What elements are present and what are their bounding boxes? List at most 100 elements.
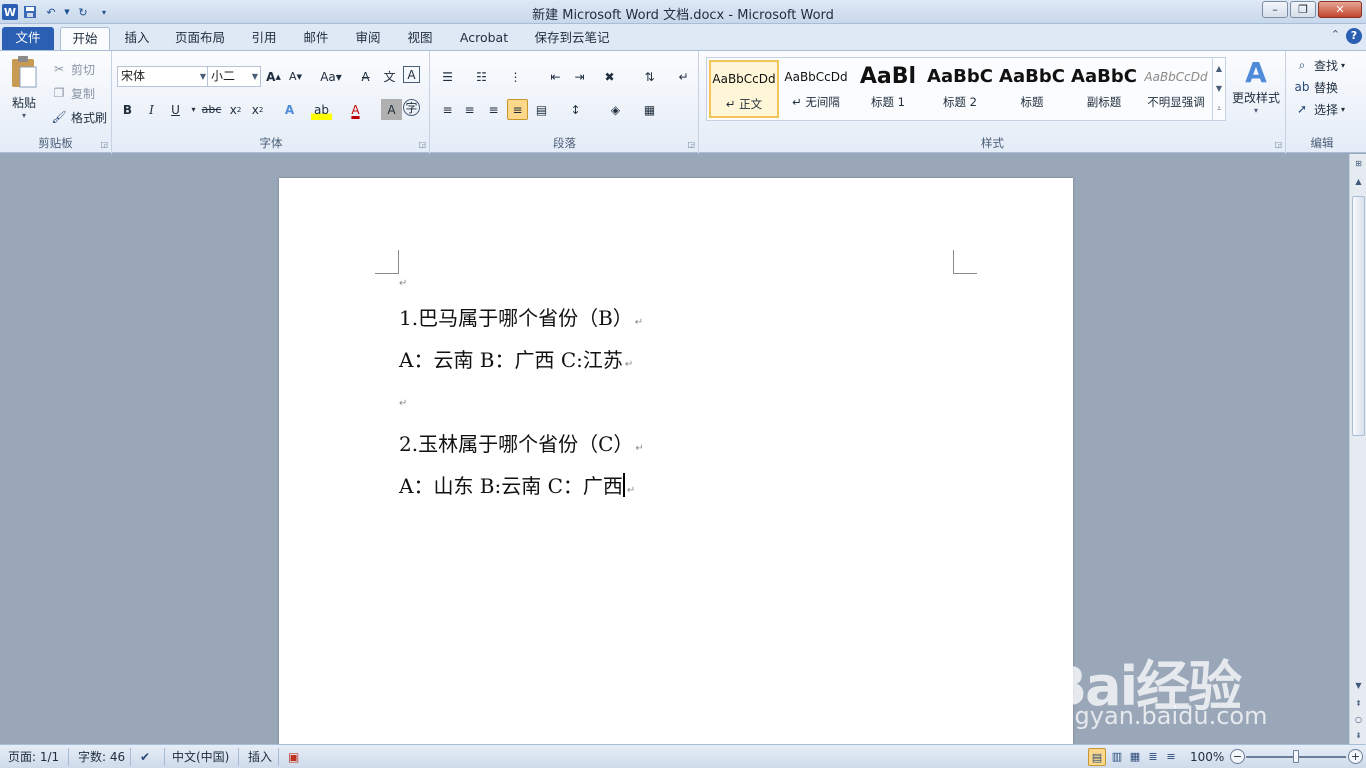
font-launcher-icon[interactable]: ◲ — [418, 140, 426, 149]
gallery-up-icon[interactable]: ▲ — [1216, 64, 1222, 73]
format-painter-button[interactable]: 🖌 格式刷 — [50, 107, 107, 127]
show-marks-icon[interactable]: ↵ — [673, 66, 694, 87]
tab-mailings[interactable]: 邮件 — [296, 27, 336, 50]
print-layout-icon[interactable]: ▤ — [1088, 748, 1106, 766]
tab-review[interactable]: 审阅 — [348, 27, 388, 50]
clipboard-launcher-icon[interactable]: ◲ — [100, 140, 108, 149]
zoom-in-icon[interactable]: + — [1348, 749, 1363, 764]
strikethrough-icon[interactable]: abc — [201, 99, 222, 120]
style-card-title[interactable]: AaBbC 标题 — [997, 60, 1067, 118]
draft-icon[interactable]: ≡ — [1162, 748, 1180, 766]
tab-acrobat[interactable]: Acrobat — [452, 27, 516, 50]
styles-launcher-icon[interactable]: ◲ — [1274, 140, 1282, 149]
highlight-icon[interactable]: ab — [311, 99, 332, 120]
select-button[interactable]: ➚ 选择 ▾ — [1293, 99, 1345, 119]
scroll-up-icon[interactable]: ▲ — [1351, 174, 1366, 189]
style-card-subtitle[interactable]: AaBbC 副标题 — [1069, 60, 1139, 118]
align-left-icon[interactable]: ≡ — [437, 99, 458, 120]
next-page-icon[interactable]: ⇟ — [1351, 728, 1366, 743]
tab-file[interactable]: 文件 — [2, 27, 54, 50]
zoom-level[interactable]: 100% — [1190, 749, 1224, 765]
phonetic-guide-icon[interactable]: 文 — [379, 66, 400, 87]
char-border-icon[interactable]: A — [403, 66, 420, 83]
sort-icon[interactable]: ⇅ — [639, 66, 660, 87]
char-shading-icon[interactable]: A — [381, 99, 402, 120]
previous-page-icon[interactable]: ⇞ — [1351, 696, 1366, 711]
italic-icon[interactable]: I — [141, 99, 162, 120]
style-card-heading-2[interactable]: AaBbC 标题 2 — [925, 60, 995, 118]
borders-icon[interactable]: ▦ — [639, 99, 660, 120]
style-card-no-spacing[interactable]: AaBbCcDd ↵ 无间隔 — [781, 60, 851, 118]
tab-insert[interactable]: 插入 — [118, 27, 156, 50]
macro-record-icon[interactable]: ▣ — [288, 749, 299, 765]
style-card-heading-1[interactable]: AaBl 标题 1 — [853, 60, 923, 118]
browse-object-icon[interactable]: ○ — [1351, 712, 1366, 727]
tab-layout[interactable]: 页面布局 — [168, 27, 232, 50]
gallery-more-icon[interactable]: ⩡ — [1217, 104, 1222, 114]
paste-dropdown-icon[interactable]: ▾ — [4, 111, 44, 120]
document-page[interactable]: ↵ 1.巴马属于哪个省份（B） ↵ A：云南 B：广西 C:江苏 ↵ ↵ 2.玉林属… — [279, 178, 1073, 744]
zoom-out-icon[interactable]: − — [1230, 749, 1245, 764]
copy-button[interactable]: ❐ 复制 — [50, 83, 95, 103]
insert-mode[interactable]: 插入 — [248, 749, 272, 765]
clear-format-icon[interactable]: A̶ — [355, 66, 376, 87]
increase-indent-icon[interactable]: ⇥ — [569, 66, 590, 87]
document-paragraph[interactable]: A：山东 B:云南 C：广西 ↵ — [399, 470, 635, 499]
grow-font-icon[interactable]: A ▲ — [263, 66, 284, 87]
change-styles-button[interactable]: A 更改样式 ▾ — [1228, 57, 1284, 116]
document-paragraph[interactable]: A：云南 B：广西 C:江苏 ↵ — [399, 344, 633, 373]
font-color-icon[interactable]: A — [345, 99, 366, 120]
replace-button[interactable]: ab 替换 — [1293, 77, 1339, 97]
multilevel-list-icon[interactable]: ⋮ — [505, 66, 526, 87]
font-size-combo[interactable]: 小二 ▼ — [207, 66, 261, 87]
ruler-toggle-icon[interactable]: ⊞ — [1351, 156, 1366, 171]
chinese-layout-icon[interactable]: ✖ — [599, 66, 620, 87]
page-count[interactable]: 页面: 1/1 — [8, 749, 59, 765]
find-button[interactable]: ⌕ 查找 ▾ — [1293, 55, 1345, 75]
line-spacing-icon[interactable]: ↕ — [565, 99, 586, 120]
chevron-down-icon[interactable]: ▼ — [200, 67, 206, 86]
decrease-indent-icon[interactable]: ⇤ — [545, 66, 566, 87]
tab-view[interactable]: 视图 — [400, 27, 440, 50]
shrink-font-icon[interactable]: A ▼ — [285, 66, 306, 87]
enclose-char-icon[interactable]: 字 — [403, 99, 420, 116]
maximize-button[interactable]: ❐ — [1290, 1, 1316, 18]
scroll-down-icon[interactable]: ▼ — [1351, 678, 1366, 693]
subscript-icon[interactable]: x2 — [225, 99, 246, 120]
paragraph-launcher-icon[interactable]: ◲ — [687, 140, 695, 149]
proofing-icon[interactable]: ✔ — [140, 749, 150, 765]
minimize-ribbon-icon[interactable]: ⌃ — [1331, 28, 1340, 41]
distributed-icon[interactable]: ▤ — [531, 99, 552, 120]
align-right-icon[interactable]: ≡ — [483, 99, 504, 120]
word-count[interactable]: 字数: 46 — [78, 749, 125, 765]
style-card-normal[interactable]: AaBbCcDd ↵ 正文 — [709, 60, 779, 118]
language-indicator[interactable]: 中文(中国) — [172, 749, 229, 765]
superscript-icon[interactable]: x2 — [247, 99, 268, 120]
outline-icon[interactable]: ≣ — [1144, 748, 1162, 766]
close-button[interactable]: ✕ — [1318, 1, 1362, 18]
tab-home[interactable]: 开始 — [60, 27, 110, 50]
justify-icon[interactable]: ≡ — [507, 99, 528, 120]
font-name-combo[interactable]: 宋体 ▼ — [117, 66, 209, 87]
change-case-icon[interactable]: Aa▾ — [317, 66, 345, 87]
web-layout-icon[interactable]: ▦ — [1126, 748, 1144, 766]
minimize-button[interactable]: – — [1262, 1, 1288, 18]
help-icon[interactable]: ? — [1346, 28, 1362, 44]
bold-icon[interactable]: B — [117, 99, 138, 120]
paste-button[interactable]: 粘贴 ▾ — [4, 55, 44, 127]
full-screen-reading-icon[interactable]: ▥ — [1108, 748, 1126, 766]
text-effects-icon[interactable]: A — [279, 99, 300, 120]
style-card-subtle-emphasis[interactable]: AaBbCcDd 不明显强调 — [1141, 60, 1211, 118]
scroll-thumb[interactable] — [1352, 196, 1365, 436]
bullets-icon[interactable]: ☰ — [437, 66, 458, 87]
vertical-scrollbar[interactable]: ⊞ ▲ ▼ ⇞ ○ ⇟ — [1349, 154, 1366, 744]
cut-button[interactable]: ✂ 剪切 — [50, 59, 95, 79]
align-center-icon[interactable]: ≡ — [459, 99, 480, 120]
tab-cloudnote[interactable]: 保存到云笔记 — [528, 27, 616, 50]
document-paragraph[interactable]: 1.巴马属于哪个省份（B） ↵ — [399, 302, 643, 331]
chevron-down-icon[interactable]: ▼ — [252, 67, 258, 86]
zoom-slider-thumb[interactable] — [1293, 750, 1299, 763]
document-paragraph[interactable]: 2.玉林属于哪个省份（C） ↵ — [399, 428, 644, 457]
gallery-down-icon[interactable]: ▼ — [1216, 84, 1222, 93]
shading-icon[interactable]: ◈ — [605, 99, 626, 120]
